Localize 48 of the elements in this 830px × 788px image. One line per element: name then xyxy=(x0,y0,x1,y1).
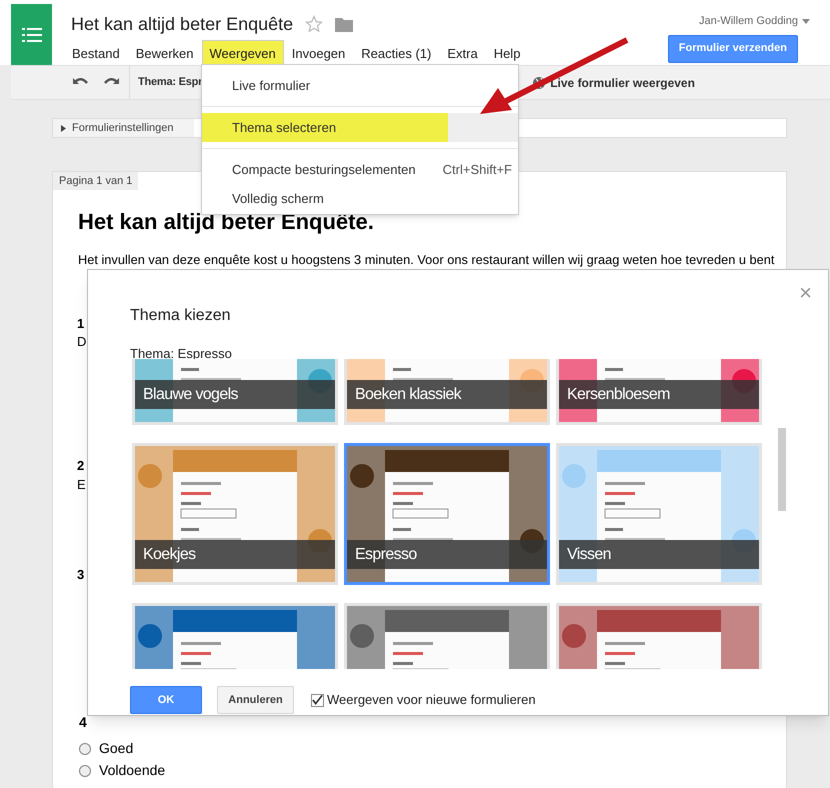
theme-name: Kersenbloesem xyxy=(559,380,759,409)
list-icon xyxy=(22,26,42,42)
radio-button[interactable] xyxy=(79,764,91,776)
theme-thumbnail[interactable]: Vissen xyxy=(556,443,762,585)
menu-item[interactable]: Bewerken xyxy=(128,40,202,68)
form-description: Het invullen van deze enquête kost u hoogstens 3 minuten. Voor ons restaurant willen wij graag weten hoe tevreden u bent xyxy=(78,251,774,269)
settings-toggle[interactable]: Formulierinstellingen xyxy=(53,119,194,137)
theme-name: Vissen xyxy=(559,540,759,569)
checkmark-icon xyxy=(312,694,323,706)
theme-name: Blauwe vogels xyxy=(135,380,335,409)
theme-thumbnail[interactable]: Kersenbloesem xyxy=(556,359,762,425)
user-name[interactable]: Jan-Willem Godding xyxy=(698,13,798,30)
menu-item[interactable]: Extra xyxy=(439,40,486,68)
option-label: Voldoende xyxy=(99,761,166,780)
theme-thumbnail[interactable]: Blauwe vogels xyxy=(132,359,338,425)
theme-name: Boeken klassiek xyxy=(347,380,547,409)
star-icon[interactable] xyxy=(305,15,324,33)
menu-item[interactable]: Invoegen xyxy=(284,40,354,68)
menu-item[interactable]: Help xyxy=(486,40,528,68)
question-number: 4 xyxy=(79,713,87,732)
menu-option[interactable]: Compacte besturingselementen xyxy=(202,155,443,184)
document-title[interactable]: Het kan altijd beter Enquête xyxy=(71,12,294,36)
folder-icon[interactable] xyxy=(335,16,354,32)
caret-icon[interactable] xyxy=(802,18,810,24)
theme-label[interactable]: Thema: Espr xyxy=(138,74,202,91)
question-fragment: 1 xyxy=(77,315,84,333)
question-fragment: 2 xyxy=(77,457,84,475)
dialog-title: Thema kiezen xyxy=(130,306,230,326)
theme-thumbnail[interactable]: Boeken klassiek xyxy=(344,359,550,425)
scrollbar-thumb[interactable] xyxy=(778,428,786,511)
menu-item[interactable]: Reacties (1) xyxy=(353,40,440,68)
menu-option[interactable]: Thema selecteren xyxy=(202,113,448,142)
question-fragment: 3 xyxy=(77,566,84,584)
theme-thumbnail[interactable]: Espresso xyxy=(344,443,550,585)
question-fragment: D xyxy=(77,333,86,351)
shortcut-label: Ctrl+Shift+F xyxy=(442,160,513,179)
theme-name: Espresso xyxy=(347,540,547,569)
radio-button[interactable] xyxy=(79,742,91,754)
checkbox[interactable] xyxy=(311,694,324,706)
app-logo[interactable] xyxy=(11,4,52,65)
question-fragment: E xyxy=(77,476,86,494)
theme-thumbnail[interactable]: Koekjes xyxy=(132,443,338,585)
cancel-button[interactable]: Annuleren xyxy=(217,686,294,714)
menu-item[interactable]: Bestand xyxy=(64,40,128,68)
theme-name: Koekjes xyxy=(135,540,335,569)
checkbox-label: Weergeven voor nieuwe formulieren xyxy=(327,691,536,710)
option-label: Goed xyxy=(99,739,134,758)
menu-option[interactable]: Live formulier xyxy=(202,71,518,100)
